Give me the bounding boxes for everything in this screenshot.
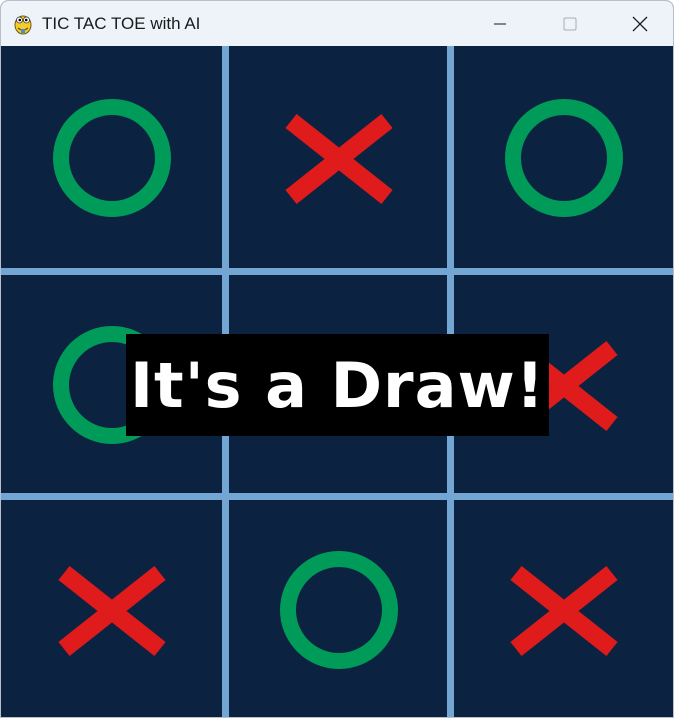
game-board: It's a Draw! [1, 46, 673, 717]
game-result-text: It's a Draw! [129, 348, 546, 422]
x-mark-icon [510, 565, 618, 657]
cell-0-0[interactable] [2, 48, 222, 268]
o-mark-icon [280, 551, 398, 669]
cell-0-2[interactable] [454, 48, 673, 268]
pygame-snake-icon [14, 15, 32, 35]
minimize-icon [494, 22, 506, 25]
x-mark-icon [58, 565, 166, 657]
maximize-button[interactable] [541, 1, 599, 46]
game-result-banner: It's a Draw! [126, 334, 549, 436]
cell-2-1[interactable] [229, 500, 449, 717]
cell-2-2[interactable] [454, 500, 673, 717]
close-icon [632, 16, 648, 31]
x-mark-icon [285, 113, 393, 205]
minimize-button[interactable] [471, 1, 529, 46]
cell-2-0[interactable] [2, 500, 222, 717]
title-bar[interactable]: TIC TAC TOE with AI [1, 1, 673, 46]
game-window: TIC TAC TOE with AI It's a Draw! [0, 0, 674, 718]
cell-0-1[interactable] [229, 48, 449, 268]
maximize-icon [563, 17, 577, 30]
o-mark-icon [505, 99, 623, 217]
close-button[interactable] [611, 1, 669, 46]
grid-line-horizontal-1 [1, 268, 673, 275]
window-title: TIC TAC TOE with AI [42, 14, 201, 33]
o-mark-icon [53, 99, 171, 217]
